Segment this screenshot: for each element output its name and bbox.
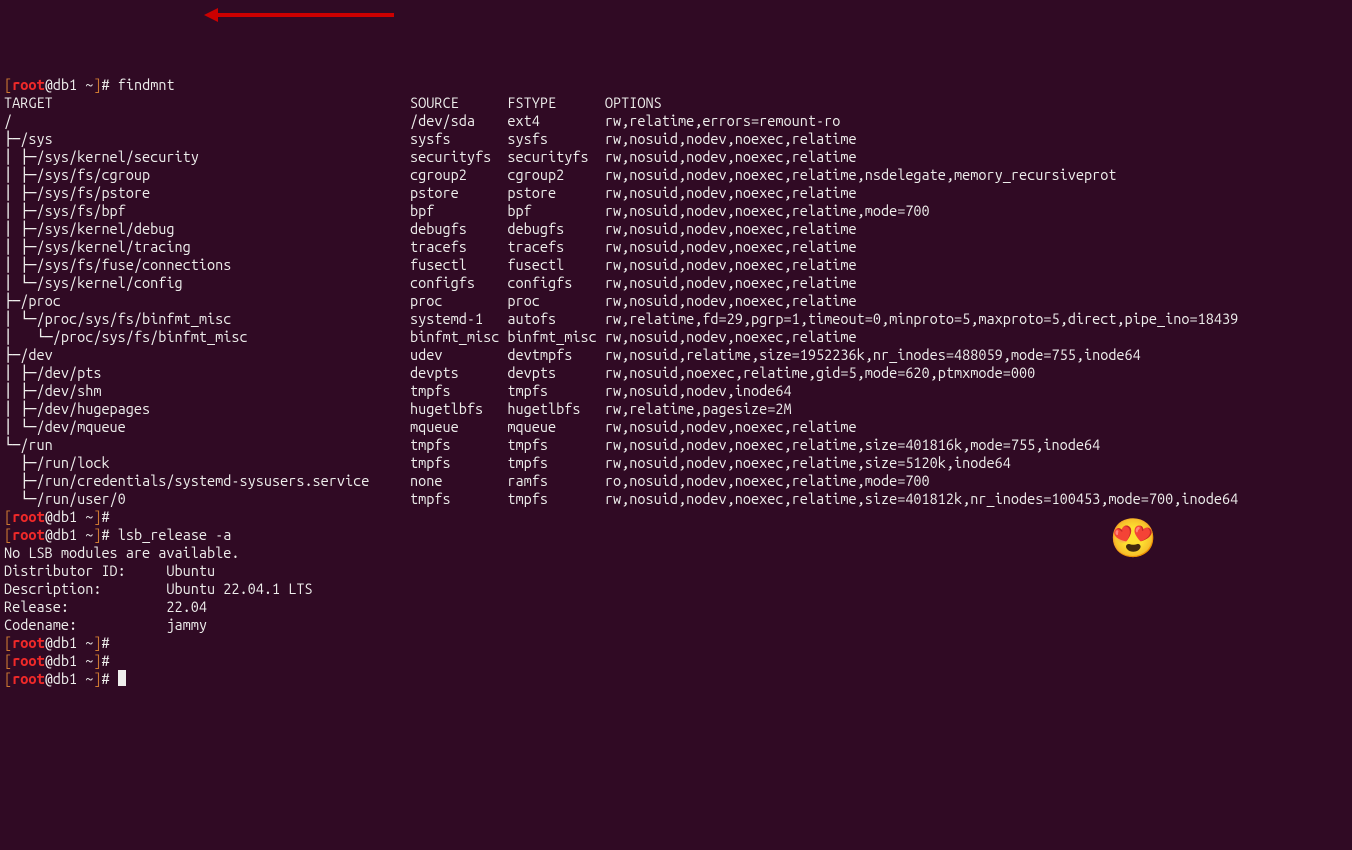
output-text: Release: 22.04 xyxy=(4,598,1348,616)
table-row: │ └─/sys/kernel/config configfs configfs… xyxy=(4,274,1348,292)
prompt-line[interactable]: [root@db1 ~]# findmnt xyxy=(4,76,1348,94)
table-row: ├─/proc proc proc rw,nosuid,nodev,noexec… xyxy=(4,292,1348,310)
command-text: findmnt xyxy=(118,76,175,93)
table-row: │ ├─/sys/kernel/tracing tracefs tracefs … xyxy=(4,238,1348,256)
table-row: └─/run tmpfs tmpfs rw,nosuid,nodev,noexe… xyxy=(4,436,1348,454)
table-row: │ └─/proc/sys/fs/binfmt_misc binfmt_misc… xyxy=(4,328,1348,346)
table-row: │ ├─/sys/fs/fuse/connections fusectl fus… xyxy=(4,256,1348,274)
table-row: │ ├─/sys/kernel/security securityfs secu… xyxy=(4,148,1348,166)
table-header: TARGET SOURCE FSTYPE OPTIONS xyxy=(4,94,1348,112)
table-row: ├─/run/lock tmpfs tmpfs rw,nosuid,nodev,… xyxy=(4,454,1348,472)
cursor-icon xyxy=(118,670,126,686)
prompt-line[interactable]: [root@db1 ~]# xyxy=(4,652,1348,670)
table-row: ├─/run/credentials/systemd-sysusers.serv… xyxy=(4,472,1348,490)
table-row: │ ├─/dev/pts devpts devpts rw,nosuid,noe… xyxy=(4,364,1348,382)
output-text: Codename: jammy xyxy=(4,616,1348,634)
table-row: │ ├─/sys/fs/bpf bpf bpf rw,nosuid,nodev,… xyxy=(4,202,1348,220)
table-row: │ ├─/sys/fs/cgroup cgroup2 cgroup2 rw,no… xyxy=(4,166,1348,184)
annotation-arrow xyxy=(204,10,220,64)
command-text: lsb_release -a xyxy=(118,526,232,543)
table-row: └─/run/user/0 tmpfs tmpfs rw,nosuid,node… xyxy=(4,490,1348,508)
table-row: │ └─/proc/sys/fs/binfmt_misc systemd-1 a… xyxy=(4,310,1348,328)
table-row: │ ├─/sys/fs/pstore pstore pstore rw,nosu… xyxy=(4,184,1348,202)
table-row: │ └─/dev/mqueue mqueue mqueue rw,nosuid,… xyxy=(4,418,1348,436)
table-row: / /dev/sda ext4 rw,relatime,errors=remou… xyxy=(4,112,1348,130)
output-text: Distributor ID: Ubuntu xyxy=(4,562,1348,580)
table-row: │ ├─/sys/kernel/debug debugfs debugfs rw… xyxy=(4,220,1348,238)
table-row: │ ├─/dev/shm tmpfs tmpfs rw,nosuid,nodev… xyxy=(4,382,1348,400)
output-text: Description: Ubuntu 22.04.1 LTS xyxy=(4,580,1348,598)
table-row: │ ├─/dev/hugepages hugetlbfs hugetlbfs r… xyxy=(4,400,1348,418)
prompt-line[interactable]: [root@db1 ~]# xyxy=(4,634,1348,652)
heart-eyes-emoji-icon: 😍 xyxy=(1110,519,1157,557)
table-row: ├─/dev udev devtmpfs rw,nosuid,relatime,… xyxy=(4,346,1348,364)
prompt-line[interactable]: [root@db1 ~]# xyxy=(4,670,1348,688)
terminal-output[interactable]: [root@db1 ~]# findmntTARGET SOURCE FSTYP… xyxy=(4,76,1348,688)
table-row: ├─/sys sysfs sysfs rw,nosuid,nodev,noexe… xyxy=(4,130,1348,148)
